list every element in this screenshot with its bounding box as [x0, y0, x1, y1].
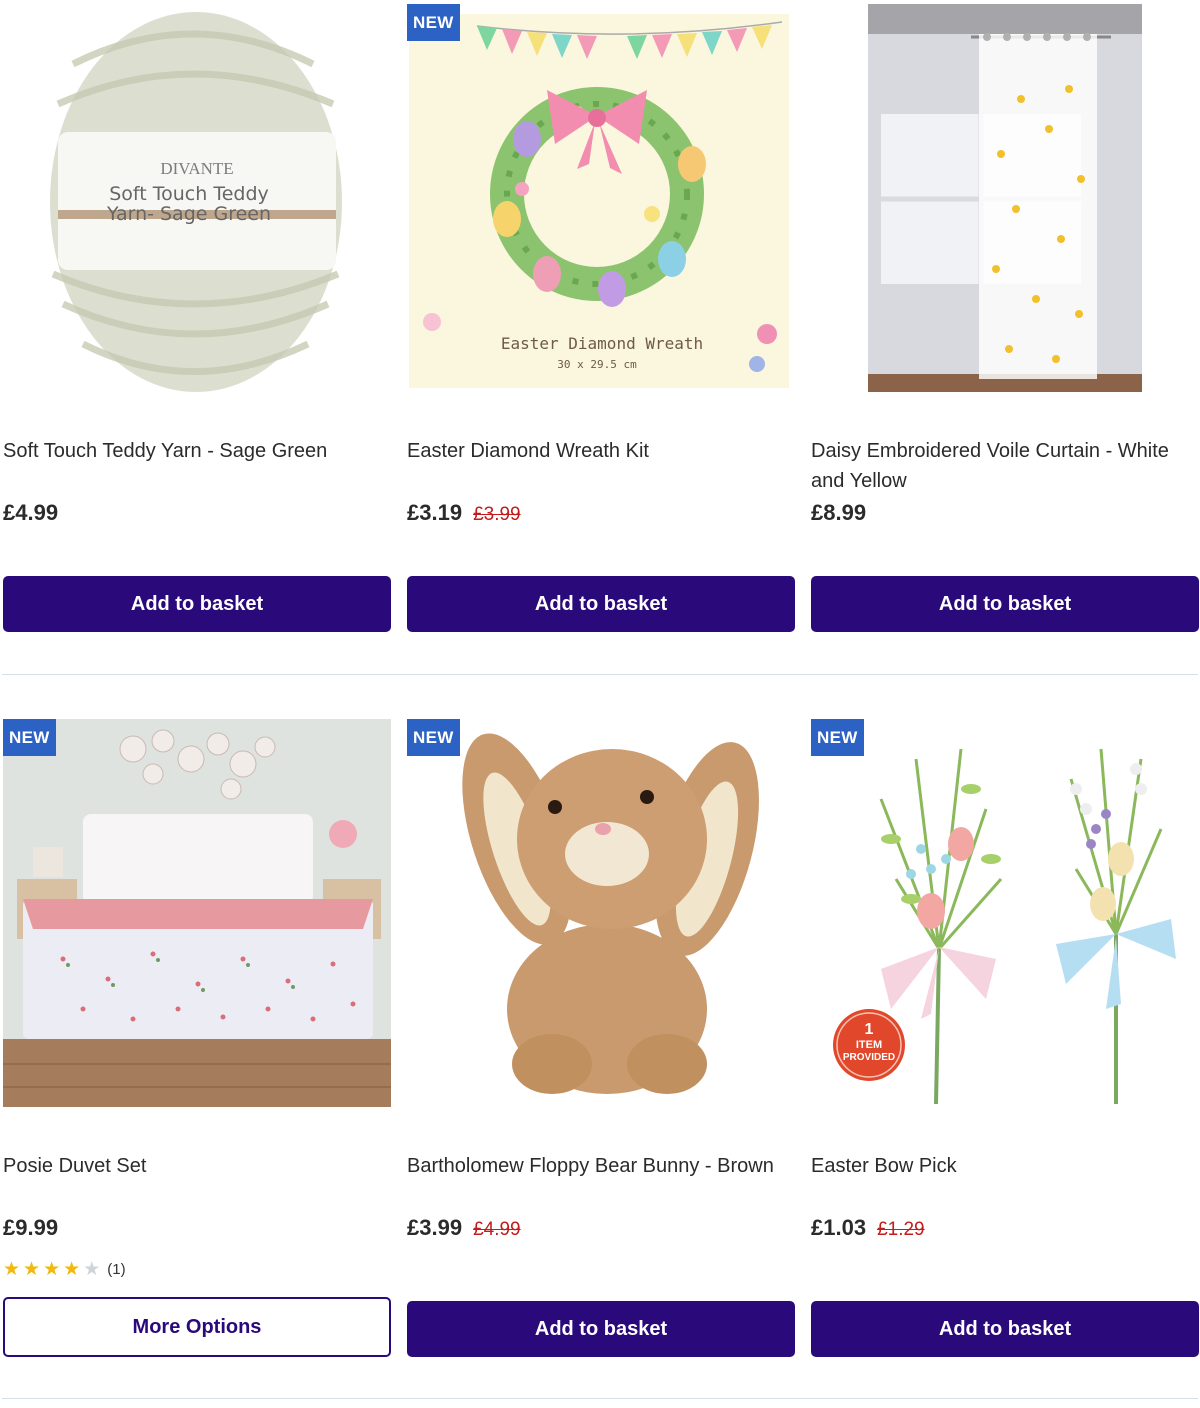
add-to-basket-button[interactable]: Add to basket — [3, 576, 391, 632]
price: £1.03 — [811, 1215, 867, 1240]
product-image[interactable] — [407, 719, 795, 1107]
price-row: £3.19 £3.99 — [407, 500, 521, 526]
product-title[interactable]: Soft Touch Teddy Yarn - Sage Green — [3, 436, 395, 466]
was-price: £3.99 — [473, 504, 521, 525]
more-options-button[interactable]: More Options — [3, 1297, 391, 1357]
new-badge: NEW — [3, 719, 56, 756]
product-image[interactable] — [3, 719, 391, 1107]
product-title[interactable]: Bartholomew Floppy Bear Bunny - Brown — [407, 1151, 799, 1181]
sticker-number: 1 — [865, 1021, 874, 1038]
new-badge: NEW — [811, 719, 864, 756]
new-badge: NEW — [407, 719, 460, 756]
star-filled-icon: ★ — [23, 1259, 41, 1280]
product-title[interactable]: Daisy Embroidered Voile Curtain - White … — [811, 436, 1200, 496]
product-title[interactable]: Easter Diamond Wreath Kit — [407, 436, 799, 466]
product-title[interactable]: Posie Duvet Set — [3, 1151, 395, 1181]
star-empty-icon: ★ — [83, 1259, 101, 1280]
wreath-size-text: 30 x 29.5 cm — [557, 358, 637, 371]
new-badge: NEW — [407, 4, 460, 41]
price: £8.99 — [811, 500, 867, 525]
price-row: £8.99 — [811, 500, 866, 526]
product-title[interactable]: Easter Bow Pick — [811, 1151, 1200, 1181]
yarn-label-line2: Yarn- Sage Green — [106, 203, 271, 225]
was-price: £1.29 — [877, 1219, 925, 1240]
review-count: (1) — [107, 1261, 126, 1278]
add-to-basket-button[interactable]: Add to basket — [407, 576, 795, 632]
product-image[interactable]: 1 ITEM PROVIDED — [811, 719, 1199, 1107]
price: £9.99 — [3, 1215, 59, 1240]
wreath-caption-text: Easter Diamond Wreath — [501, 334, 703, 353]
star-filled-icon: ★ — [43, 1259, 61, 1280]
add-to-basket-button[interactable]: Add to basket — [811, 1301, 1199, 1357]
row-divider — [2, 1398, 1198, 1399]
price-row: £9.99 — [3, 1215, 58, 1241]
star-rating[interactable]: ★ ★ ★ ★ ★ (1) — [3, 1260, 126, 1279]
product-image[interactable]: Easter Diamond Wreath 30 x 29.5 cm — [407, 4, 795, 392]
add-to-basket-button[interactable]: Add to basket — [811, 576, 1199, 632]
yarn-brand-text: DIVANTE — [160, 159, 233, 178]
price-row: £3.99 £4.99 — [407, 1215, 521, 1241]
star-filled-icon: ★ — [63, 1259, 81, 1280]
was-price: £4.99 — [473, 1219, 521, 1240]
price: £3.19 — [407, 500, 463, 525]
add-to-basket-button[interactable]: Add to basket — [407, 1301, 795, 1357]
product-image[interactable] — [811, 4, 1199, 392]
price-row: £1.03 £1.29 — [811, 1215, 925, 1241]
price: £4.99 — [3, 500, 59, 525]
yarn-label-line1: Soft Touch Teddy — [109, 183, 269, 205]
product-image[interactable]: DIVANTE Soft Touch Teddy Yarn- Sage Gree… — [3, 4, 391, 392]
price: £3.99 — [407, 1215, 463, 1240]
row-divider — [2, 674, 1198, 675]
sticker-line2: PROVIDED — [843, 1052, 895, 1063]
price-row: £4.99 — [3, 500, 58, 526]
sticker-line1: ITEM — [856, 1039, 882, 1051]
star-filled-icon: ★ — [3, 1259, 21, 1280]
